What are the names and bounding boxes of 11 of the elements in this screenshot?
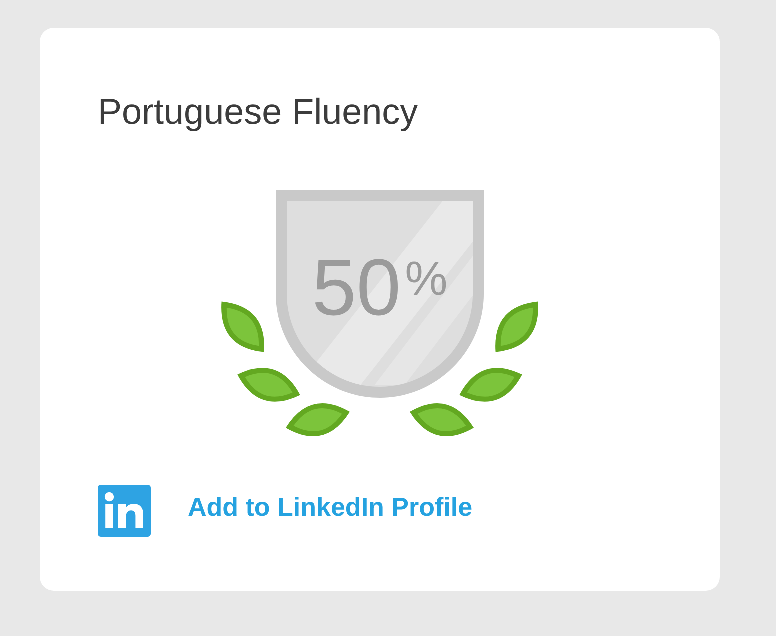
card-title: Portuguese Fluency [98, 90, 418, 134]
add-to-linkedin-link[interactable]: Add to LinkedIn Profile [188, 492, 473, 523]
leaf-icon [286, 404, 350, 437]
leaf-icon [238, 368, 300, 402]
shield-icon [276, 190, 484, 398]
leaf-icon [222, 302, 264, 352]
leaf-icon [410, 404, 474, 437]
leaf-icon [496, 302, 538, 352]
percent-label: 50$^{%}$ [312, 248, 448, 328]
leaf-icon [460, 368, 522, 402]
linkedin-icon [98, 485, 151, 538]
